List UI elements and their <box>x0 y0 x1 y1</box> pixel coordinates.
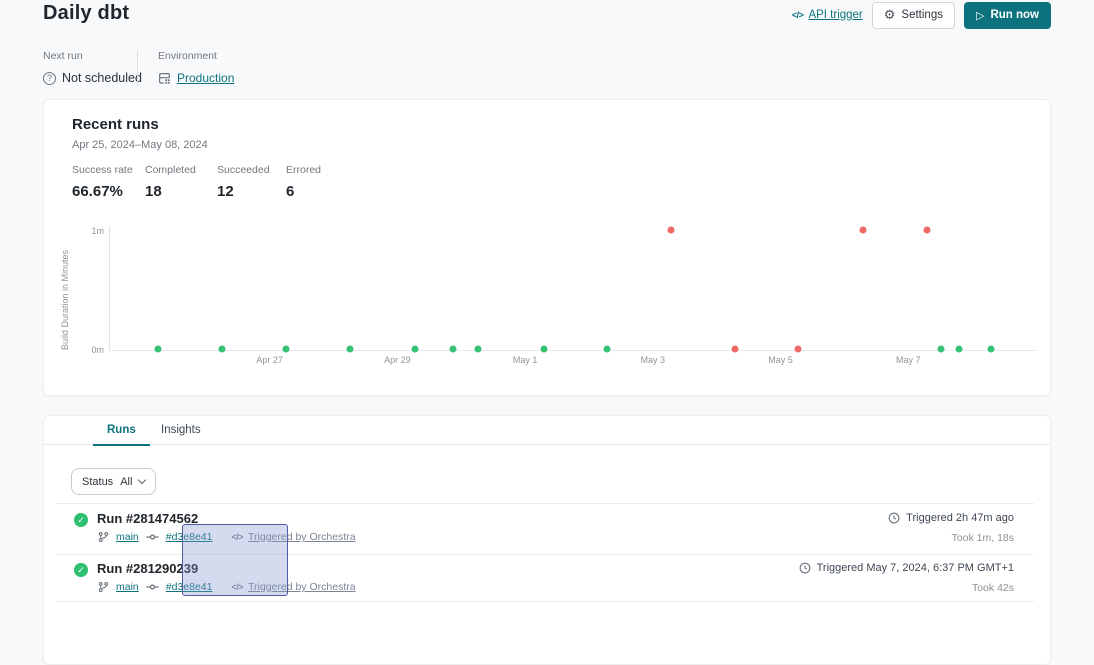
check-circle-icon: ✓ <box>74 513 88 527</box>
git-commit-icon <box>146 532 159 542</box>
recent-runs-date-range: Apr 25, 2024–May 08, 2024 <box>72 139 208 151</box>
page-title: Daily dbt <box>43 2 129 25</box>
run-dot-succeeded[interactable] <box>603 345 610 352</box>
meta-divider <box>137 50 138 87</box>
commit-link[interactable]: #d3e8e41 <box>166 581 213 593</box>
runs-card: Runs Insights Status All ✓ Run #28147456… <box>43 415 1051 665</box>
page: { "page": { "title": "Daily dbt" }, "hea… <box>0 0 1094 601</box>
run-dot-succeeded[interactable] <box>938 345 945 352</box>
tab-runs[interactable]: Runs <box>107 416 136 445</box>
stat-success-rate: Success rate 66.67% <box>72 164 133 200</box>
run-dot-errored[interactable] <box>859 226 866 233</box>
run-title: Run #281474562 <box>97 511 198 526</box>
run-dot-succeeded[interactable] <box>411 345 418 352</box>
question-circle-icon: ? <box>43 72 56 85</box>
tab-insights[interactable]: Insights <box>161 416 201 445</box>
settings-label: Settings <box>901 9 943 21</box>
run-title: Run #281290239 <box>97 561 198 576</box>
x-tick-label: Apr 29 <box>384 355 411 365</box>
run-dot-errored[interactable] <box>794 345 801 352</box>
code-icon: </> <box>231 532 243 542</box>
database-icon <box>158 72 171 85</box>
tab-bar: Runs Insights <box>44 416 1050 445</box>
run-row-2[interactable]: ✓ Run #281290239 main #d3e8e41 </> Trigg… <box>56 555 1034 601</box>
row-divider <box>56 601 1034 602</box>
run-took-text: Took 1m, 18s <box>952 532 1014 544</box>
environment-group: Environment Production <box>158 50 234 85</box>
run-dot-succeeded[interactable] <box>347 345 354 352</box>
stat-completed: Completed 18 <box>145 164 196 200</box>
trigger-source-link[interactable]: </> Triggered by Orchestra <box>231 531 355 543</box>
x-tick-label: Apr 27 <box>256 355 283 365</box>
recent-runs-title: Recent runs <box>72 116 159 133</box>
branch-link[interactable]: main <box>116 531 139 543</box>
commit-link[interactable]: #d3e8e41 <box>166 531 213 543</box>
run-triggered-text: Triggered May 7, 2024, 6:37 PM GMT+1 <box>817 562 1014 574</box>
run-dot-succeeded[interactable] <box>154 345 161 352</box>
x-tick-label: May 5 <box>768 355 793 365</box>
stat-succeeded: Succeeded 12 <box>217 164 270 200</box>
next-run-label: Next run <box>43 50 142 62</box>
chart-plot: Build Duration in Minutes 1m 0m Apr 27Ap… <box>109 226 1036 351</box>
status-filter-label: Status <box>82 476 113 488</box>
git-branch-icon <box>98 531 109 543</box>
x-tick-label: May 3 <box>641 355 666 365</box>
run-dot-errored[interactable] <box>667 226 674 233</box>
x-tick-label: May 7 <box>896 355 921 365</box>
chevron-down-icon <box>138 476 146 484</box>
clock-icon <box>888 512 900 524</box>
x-tick-label: May 1 <box>513 355 538 365</box>
run-took-text: Took 42s <box>972 582 1014 594</box>
trigger-source-link[interactable]: </> Triggered by Orchestra <box>231 581 355 593</box>
clock-icon <box>799 562 811 574</box>
header-actions: </> API trigger ⚙ Settings ▷ Run now <box>792 1 1051 29</box>
chart-y-axis-label: Build Duration in Minutes <box>60 226 70 350</box>
gear-icon: ⚙ <box>884 9 896 22</box>
branch-link[interactable]: main <box>116 581 139 593</box>
run-dot-succeeded[interactable] <box>449 345 456 352</box>
run-dot-succeeded[interactable] <box>475 345 482 352</box>
environment-label: Environment <box>158 50 234 62</box>
status-filter-value: All <box>120 476 132 488</box>
code-icon: </> <box>231 582 243 592</box>
run-dot-succeeded[interactable] <box>282 345 289 352</box>
git-commit-icon <box>146 582 159 592</box>
run-dot-succeeded[interactable] <box>540 345 547 352</box>
code-icon: </> <box>792 10 804 20</box>
run-dot-succeeded[interactable] <box>218 345 225 352</box>
run-row-1[interactable]: ✓ Run #281474562 main #d3e8e41 </> Trigg… <box>56 504 1034 554</box>
run-triggered-text: Triggered 2h 47m ago <box>906 512 1014 524</box>
settings-button[interactable]: ⚙ Settings <box>872 2 955 29</box>
run-dot-errored[interactable] <box>731 345 738 352</box>
api-trigger-label: API trigger <box>808 9 862 21</box>
environment-link[interactable]: Production <box>177 71 234 85</box>
run-now-label: Run now <box>990 9 1039 21</box>
check-circle-icon: ✓ <box>74 563 88 577</box>
run-now-button[interactable]: ▷ Run now <box>964 2 1051 29</box>
stat-errored: Errored 6 <box>286 164 321 200</box>
run-dot-succeeded[interactable] <box>955 345 962 352</box>
run-dot-errored[interactable] <box>923 226 930 233</box>
next-run-value: Not scheduled <box>62 71 142 85</box>
git-branch-icon <box>98 581 109 593</box>
play-icon: ▷ <box>976 10 984 21</box>
api-trigger-link[interactable]: </> API trigger <box>792 9 863 21</box>
run-dot-succeeded[interactable] <box>987 345 994 352</box>
recent-runs-card: Recent runs Apr 25, 2024–May 08, 2024 Su… <box>43 99 1051 396</box>
next-run-group: Next run ? Not scheduled <box>43 50 142 85</box>
status-filter-dropdown[interactable]: Status All <box>71 468 156 495</box>
y-tick-1m: 1m <box>91 226 104 236</box>
y-tick-0m: 0m <box>91 345 104 355</box>
